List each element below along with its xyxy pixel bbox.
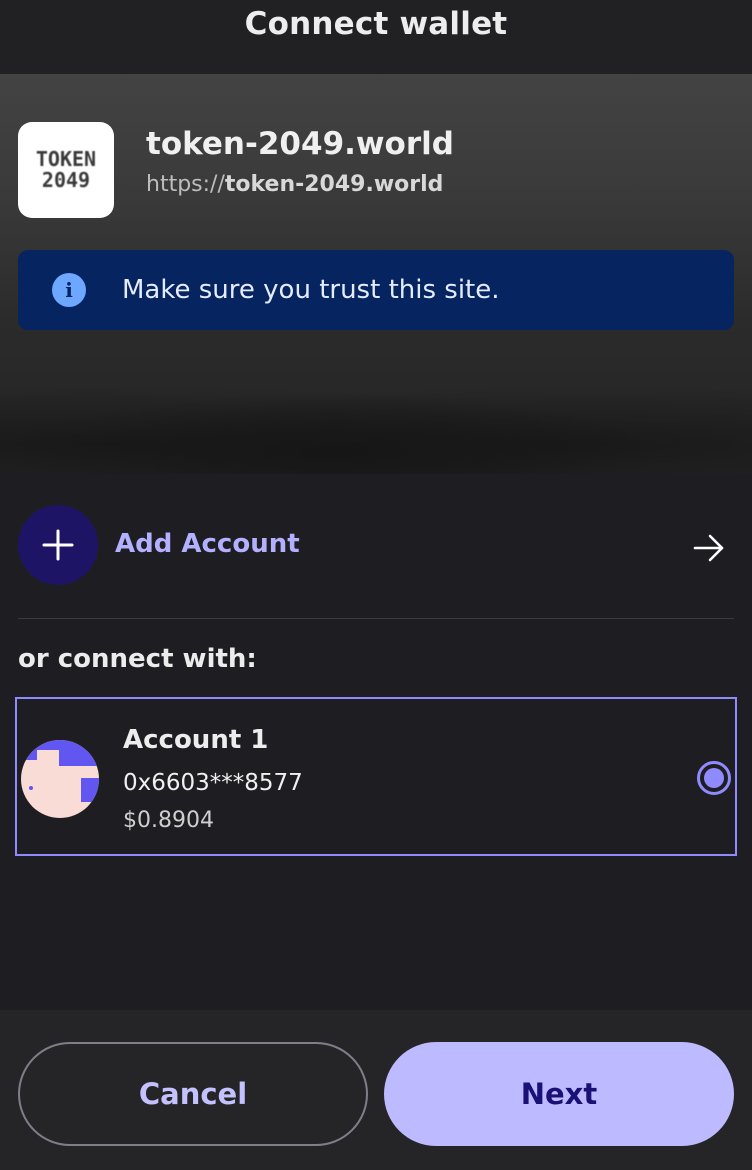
account-name: Account 1 [123,725,269,755]
account-option[interactable]: Account 1 0x6603***8577 $0.8904 [15,697,737,856]
footer: Cancel Next [0,1010,752,1170]
connect-with-label: or connect with: [18,644,257,674]
site-logo-line1: TOKEN [35,147,97,171]
divider [18,618,734,619]
site-url-prefix: https:// [146,172,225,197]
connect-wallet-screen: Connect wallet TOKEN 2049 token-2049.wor… [0,0,752,1170]
trust-warning-text: Make sure you trust this site. [122,275,500,305]
account-address: 0x6603***8577 [123,770,303,796]
account-avatar [21,740,99,818]
info-icon: i [52,273,86,307]
arrow-right-icon[interactable] [692,531,726,565]
radio-dot [704,768,724,788]
cancel-button[interactable]: Cancel [18,1042,368,1146]
site-url-host: token-2049.world [224,172,444,197]
page-title: Connect wallet [244,6,508,42]
add-account-button[interactable] [18,505,98,585]
site-name: token-2049.world [146,126,454,162]
add-account-row[interactable]: Add Account [0,505,752,587]
site-logo-line2: 2049 [41,168,91,192]
site-url: https://token-2049.world [146,172,443,197]
site-info-panel: TOKEN 2049 token-2049.world https://toke… [0,74,752,474]
header: Connect wallet [0,0,752,74]
plus-icon [42,529,74,561]
add-account-label[interactable]: Add Account [115,529,300,559]
next-button[interactable]: Next [384,1042,734,1146]
account-balance: $0.8904 [123,808,214,833]
site-logo: TOKEN 2049 [18,122,114,218]
trust-warning-banner: i Make sure you trust this site. [18,250,734,330]
account-radio-selected[interactable] [697,761,731,795]
